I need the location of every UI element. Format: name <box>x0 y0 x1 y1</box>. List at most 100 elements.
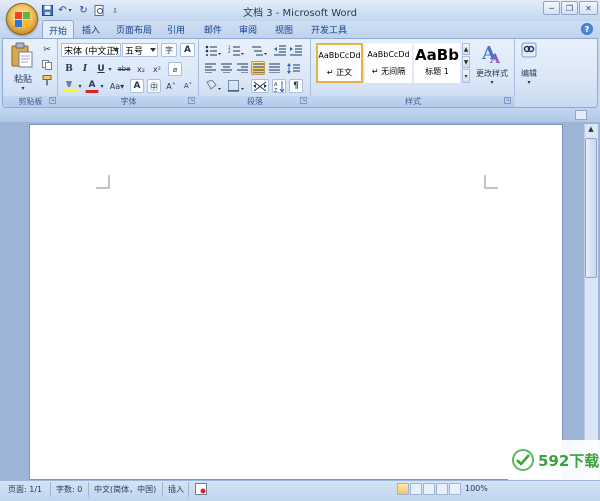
grow-font-icon[interactable]: A˄ <box>164 79 178 93</box>
margin-corner-top-left <box>96 175 110 189</box>
clipboard-launcher-icon[interactable]: ↘ <box>49 97 56 104</box>
gallery-up-icon[interactable]: ▲ <box>462 43 470 55</box>
style-normal-label: ↵ 正文 <box>326 68 353 77</box>
subscript-icon[interactable]: x₂ <box>134 62 148 76</box>
office-button[interactable] <box>6 3 38 35</box>
svg-text:Z: Z <box>274 88 278 92</box>
font-color-icon[interactable]: A <box>85 79 99 93</box>
chinese-layout-icon[interactable] <box>251 79 269 93</box>
status-separator <box>162 482 163 497</box>
web-layout-icon[interactable] <box>423 483 435 495</box>
format-painter-icon[interactable] <box>40 73 54 87</box>
tab-home[interactable]: 开始 <box>42 20 74 39</box>
status-bar <box>0 480 600 501</box>
multilevel-list-icon[interactable] <box>249 43 269 57</box>
close-button[interactable]: ✕ <box>579 1 598 15</box>
language[interactable]: 中文(简体，中国) <box>94 484 156 495</box>
chevron-down-icon: ▾ <box>21 85 25 92</box>
scrollbar-thumb[interactable] <box>585 138 597 278</box>
font-size-select[interactable]: 五号 <box>122 43 158 57</box>
tab-review[interactable]: 审阅 <box>235 21 261 38</box>
align-center-icon[interactable] <box>219 61 233 75</box>
font-name-value: 宋体 (中文正) <box>64 46 119 57</box>
print-layout-view-icon[interactable] <box>397 483 409 495</box>
line-spacing-icon[interactable] <box>285 61 305 75</box>
bold-icon[interactable]: B <box>62 62 76 76</box>
highlight-icon[interactable] <box>62 79 78 93</box>
view-ruler-icon[interactable] <box>575 110 587 120</box>
increase-indent-icon[interactable] <box>289 43 303 57</box>
scroll-up-icon[interactable]: ▲ <box>585 125 597 137</box>
svg-text:A: A <box>489 52 501 65</box>
window-title: 文档 3 - Microsoft Word <box>243 8 357 19</box>
strikethrough-icon[interactable]: abe <box>116 62 132 76</box>
document-page[interactable] <box>29 124 563 480</box>
tab-insert[interactable]: 插入 <box>78 21 104 38</box>
page-count[interactable]: 页面: 1/1 <box>8 484 42 495</box>
restore-button[interactable]: ❐ <box>561 1 578 15</box>
style-no-spacing-label: ↵ 无间隔 <box>371 67 406 76</box>
editing-label: 编辑 <box>521 69 537 78</box>
underline-icon[interactable]: U <box>94 62 108 76</box>
minimize-button[interactable]: ─ <box>543 1 560 15</box>
character-border-icon[interactable]: A <box>180 43 195 57</box>
tab-developer[interactable]: 开发工具 <box>308 21 350 38</box>
enclose-characters-icon[interactable]: ㊥ <box>147 79 161 93</box>
style-normal[interactable]: AaBbCcDd ↵ 正文 <box>316 43 363 83</box>
style-no-spacing[interactable]: AaBbCcDd ↵ 无间隔 <box>365 43 412 83</box>
paragraph-launcher-icon[interactable]: ↘ <box>300 97 307 104</box>
zoom-level[interactable]: 100% <box>465 484 488 493</box>
phonetic-guide-icon[interactable]: 字 <box>161 43 177 57</box>
help-icon[interactable]: ? <box>581 23 593 35</box>
change-styles-button[interactable]: AA 更改样式 ▾ <box>473 41 511 93</box>
tab-mailings[interactable]: 邮件 <box>200 21 226 38</box>
watermark: 592下载 <box>508 440 600 480</box>
distributed-align-icon[interactable] <box>267 61 281 75</box>
change-case-icon[interactable]: Aa▾ <box>108 79 126 93</box>
sort-icon[interactable]: AZ <box>272 79 286 93</box>
show-hide-marks-icon[interactable]: ¶ <box>289 79 303 93</box>
find-icon <box>521 42 537 58</box>
borders-icon[interactable] <box>226 79 246 93</box>
font-size-value: 五号 <box>125 46 144 57</box>
tab-view[interactable]: 视图 <box>271 21 297 38</box>
gallery-more-icon[interactable]: ▾ <box>462 69 470 83</box>
superscript-icon[interactable]: x² <box>150 62 164 76</box>
paste-button[interactable]: 粘贴 ▾ <box>10 42 36 94</box>
word-count[interactable]: 字数: 0 <box>56 484 82 495</box>
editing-button[interactable]: 编辑 ▾ <box>517 41 541 93</box>
styles-launcher-icon[interactable]: ↘ <box>504 97 511 104</box>
tab-page-layout[interactable]: 页面布局 <box>112 21 156 38</box>
highlight-dropdown-icon[interactable]: ▾ <box>77 79 83 93</box>
copy-icon[interactable] <box>40 58 54 72</box>
bullets-icon[interactable] <box>203 43 223 57</box>
shading-icon[interactable] <box>203 79 223 93</box>
underline-dropdown-icon[interactable]: ▾ <box>107 62 113 76</box>
status-separator <box>88 482 89 497</box>
style-heading-1[interactable]: AaBb 标题 1 <box>414 43 460 83</box>
font-color-dropdown-icon[interactable]: ▾ <box>99 79 105 93</box>
clear-formatting-icon[interactable]: ⌀ <box>168 62 182 76</box>
cut-icon[interactable]: ✂ <box>40 43 54 57</box>
gallery-down-icon[interactable]: ▼ <box>462 56 470 68</box>
tab-references[interactable]: 引用 <box>163 21 189 38</box>
character-shading-icon[interactable]: A <box>130 79 144 93</box>
numbering-icon[interactable]: 12 <box>226 43 246 57</box>
insert-mode[interactable]: 插入 <box>168 484 184 495</box>
macro-record-icon[interactable] <box>195 483 207 495</box>
chevron-down-icon: ▾ <box>527 79 531 86</box>
font-name-select[interactable]: 宋体 (中文正) <box>61 43 121 57</box>
italic-icon[interactable]: I <box>78 62 92 76</box>
draft-view-icon[interactable] <box>449 483 461 495</box>
align-right-icon[interactable] <box>235 61 249 75</box>
style-heading-1-preview: AaBb <box>415 46 459 64</box>
justify-icon[interactable] <box>251 61 265 75</box>
shrink-font-icon[interactable]: A˅ <box>181 79 195 93</box>
change-styles-label: 更改样式 <box>476 69 508 78</box>
font-launcher-icon[interactable]: ↘ <box>188 97 195 104</box>
align-left-icon[interactable] <box>203 61 217 75</box>
outline-view-icon[interactable] <box>436 483 448 495</box>
paste-icon <box>11 42 33 68</box>
full-screen-reading-icon[interactable] <box>410 483 422 495</box>
decrease-indent-icon[interactable] <box>273 43 287 57</box>
